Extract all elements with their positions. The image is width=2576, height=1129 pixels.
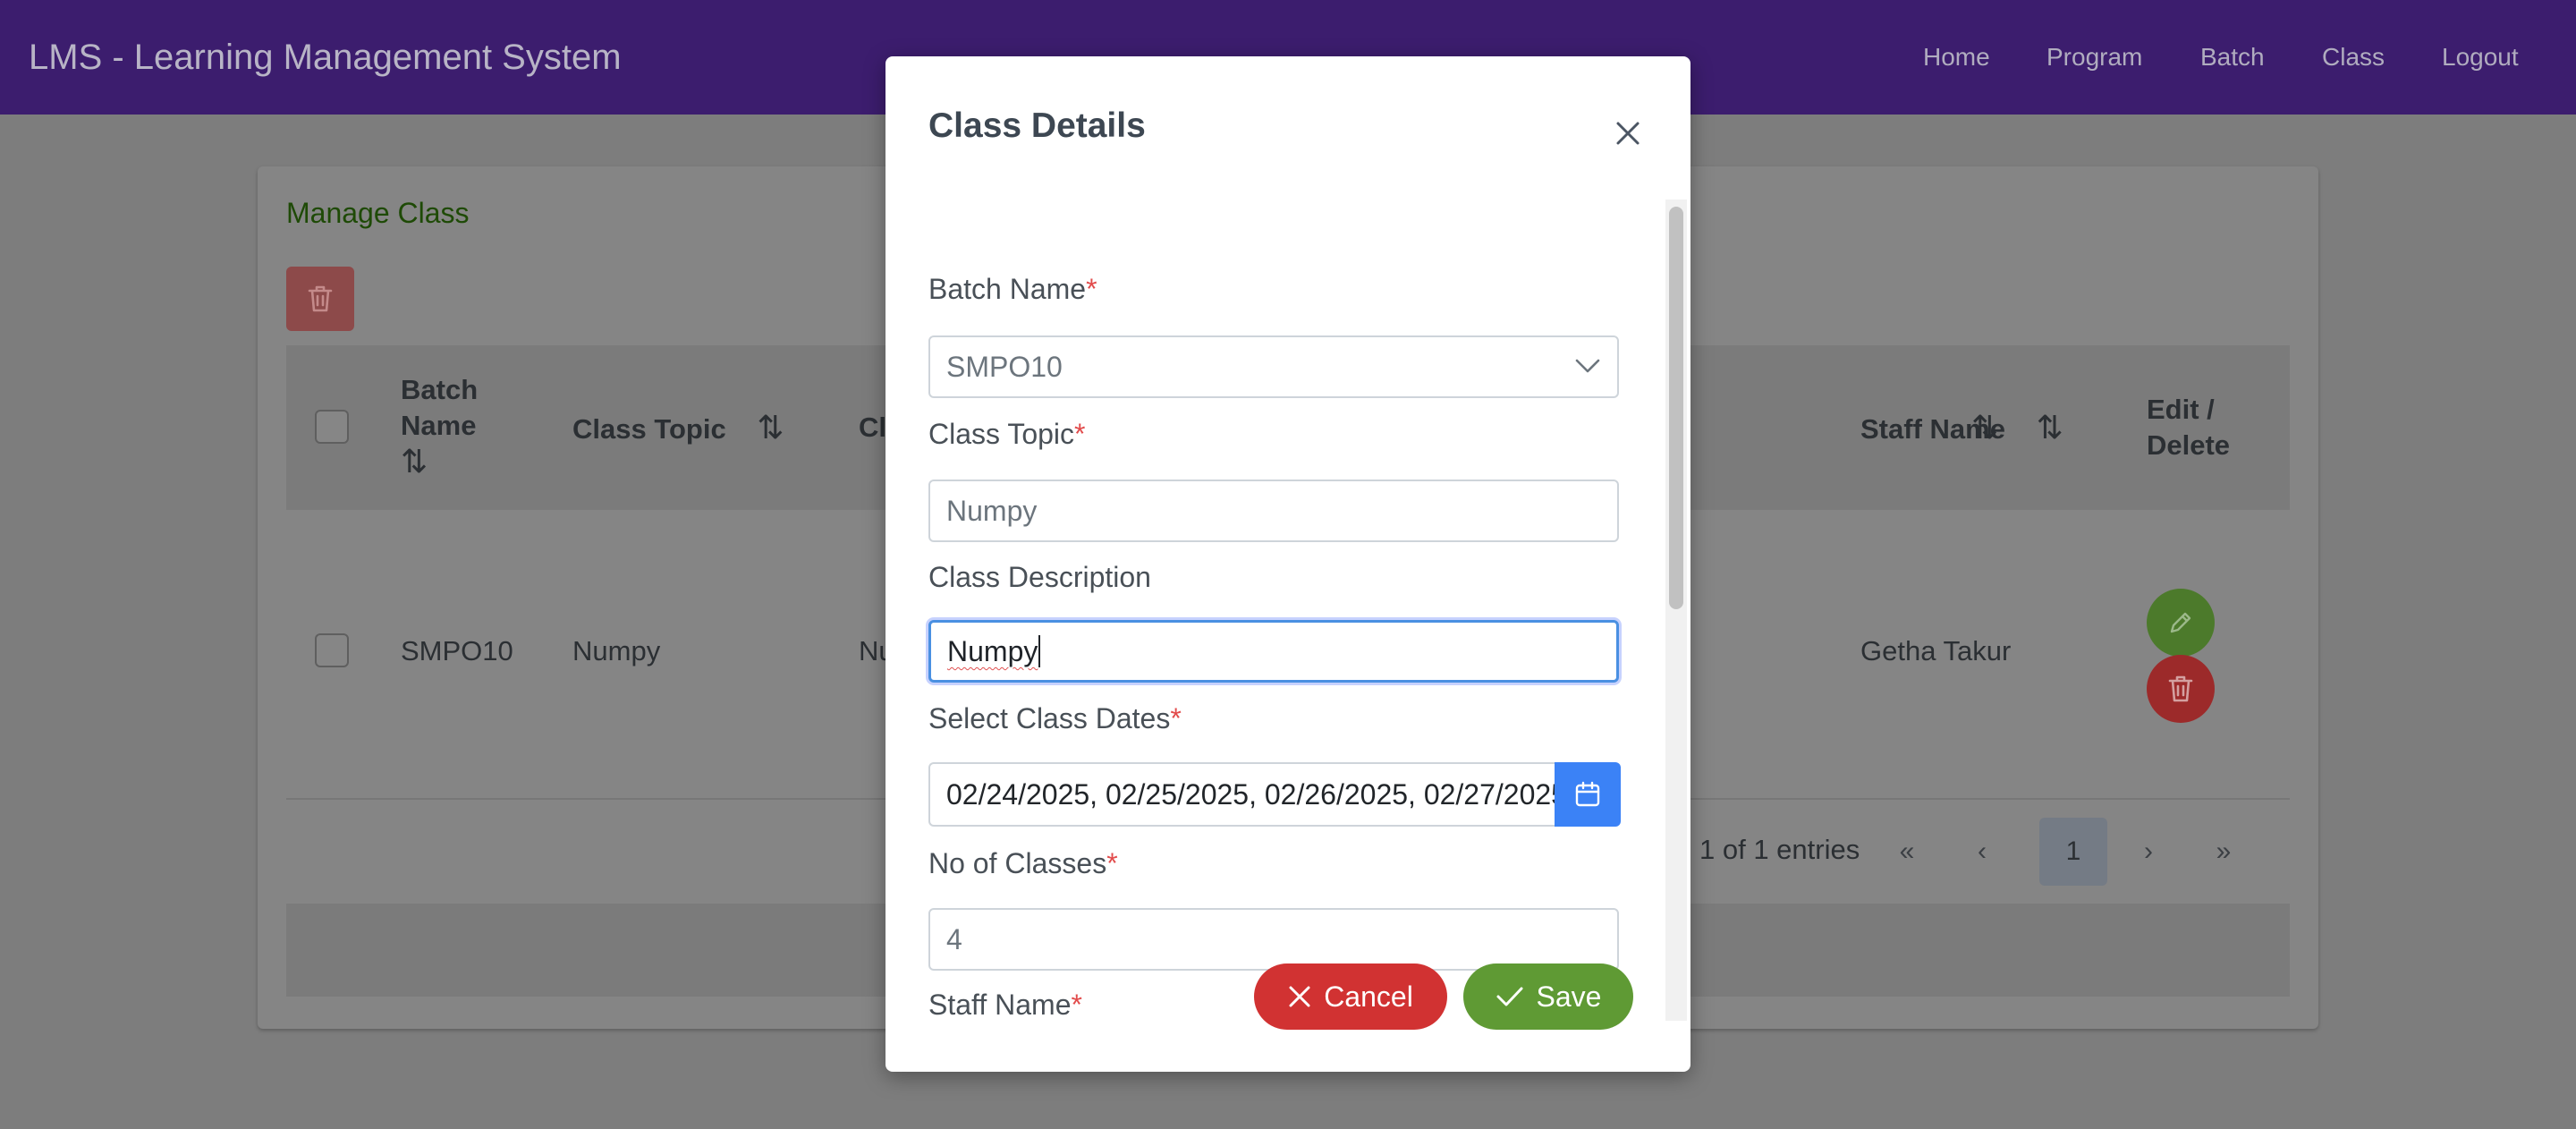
no-of-classes-label: No of Classes* xyxy=(928,847,1118,880)
edit-button[interactable] xyxy=(2147,589,2215,657)
staff-name-label-text: Staff Name xyxy=(928,989,1072,1021)
save-button-label: Save xyxy=(1536,980,1602,1013)
app-title: LMS - Learning Management System xyxy=(29,38,622,77)
nav-logout-link[interactable]: Logout xyxy=(2442,43,2519,72)
class-topic-input[interactable]: Numpy xyxy=(928,480,1619,542)
scrollbar-thumb[interactable] xyxy=(1669,207,1683,609)
required-mark: * xyxy=(1086,273,1097,305)
cell-batch-name: SMPO10 xyxy=(401,635,513,666)
delete-button[interactable] xyxy=(2147,655,2215,723)
dialog-scrollbar[interactable] xyxy=(1665,199,1687,1021)
pagination-entries: 1 of 1 entries xyxy=(1699,834,1860,865)
batch-name-dropdown[interactable]: SMPO10 xyxy=(928,335,1619,398)
nav-home-link[interactable]: Home xyxy=(1923,43,1990,72)
required-mark: * xyxy=(1074,418,1086,450)
no-of-classes-input[interactable]: 4 xyxy=(928,908,1619,971)
prev-page-button[interactable]: ‹ xyxy=(1948,818,2016,886)
check-icon xyxy=(1496,987,1523,1006)
close-button[interactable] xyxy=(1601,106,1655,160)
batch-name-label: Batch Name* xyxy=(928,273,1097,306)
class-topic-label-text: Class Topic xyxy=(928,418,1075,450)
cancel-button[interactable]: Cancel xyxy=(1254,963,1447,1030)
first-page-button[interactable]: « xyxy=(1873,818,1941,886)
dialog-body: Batch Name* SMPO10 Class Topic* Numpy Cl… xyxy=(886,199,1669,1021)
cell-staff-name: Getha Takur xyxy=(1860,635,2012,666)
batch-name-value: SMPO10 xyxy=(946,351,1063,383)
col-class-topic[interactable]: Class Topic ⇅ xyxy=(572,410,784,447)
sort-icon[interactable]: ⇅ xyxy=(2037,409,2063,446)
calendar-button[interactable] xyxy=(1555,762,1621,827)
calendar-icon xyxy=(1575,781,1600,807)
page-1-button[interactable]: 1 xyxy=(2039,818,2107,886)
bulk-delete-button[interactable] xyxy=(286,267,354,331)
trash-icon xyxy=(308,285,333,312)
col-staff-name[interactable]: Staff Name ⇅ xyxy=(1860,410,2063,447)
close-icon xyxy=(1616,122,1640,145)
required-mark: * xyxy=(1170,702,1182,734)
class-topic-label: Class Topic* xyxy=(928,418,1085,451)
text-cursor: ​ xyxy=(1038,635,1041,667)
required-mark: * xyxy=(1106,847,1118,879)
cancel-button-label: Cancel xyxy=(1324,980,1413,1013)
trash-icon xyxy=(2168,675,2193,702)
staff-name-label: Staff Name* xyxy=(928,989,1082,1021)
col-batch-name[interactable]: Batch Name ⇅ xyxy=(401,372,508,481)
nav-class-link[interactable]: Class xyxy=(2322,43,2385,72)
close-icon xyxy=(1289,986,1310,1007)
nav-program-link[interactable]: Program xyxy=(2046,43,2142,72)
nav-batch-link[interactable]: Batch xyxy=(2200,43,2265,72)
card-title: Manage Class xyxy=(286,197,470,229)
required-mark: * xyxy=(1071,989,1082,1021)
sort-icon[interactable]: ⇅ xyxy=(757,409,784,446)
cell-class-topic: Numpy xyxy=(572,635,661,666)
select-all-checkbox[interactable] xyxy=(315,410,349,444)
next-page-button[interactable]: › xyxy=(2114,818,2182,886)
no-of-classes-label-text: No of Classes xyxy=(928,847,1107,879)
class-details-dialog: Class Details Batch Name* SMPO10 Class T… xyxy=(886,56,1690,1072)
save-button[interactable]: Save xyxy=(1463,963,1633,1030)
class-dates-label: Select Class Dates* xyxy=(928,702,1182,735)
batch-name-label-text: Batch Name xyxy=(928,273,1087,305)
class-description-label: Class Description xyxy=(928,561,1151,593)
class-dates-input[interactable]: 02/24/2025, 02/25/2025, 02/26/2025, 02/2… xyxy=(928,762,1555,827)
sort-icon[interactable]: ⇅ xyxy=(401,443,428,480)
col-class-description[interactable]: Cl xyxy=(859,410,886,446)
chevron-down-icon xyxy=(1575,359,1600,373)
pencil-icon xyxy=(2170,612,2191,633)
dialog-title: Class Details xyxy=(928,106,1146,145)
last-page-button[interactable]: » xyxy=(2190,818,2258,886)
col-edit-delete: Edit / Delete xyxy=(2147,394,2231,461)
col-batch-name-label: Batch Name xyxy=(401,374,479,441)
col-staff-name-label: Staff Name xyxy=(1860,413,2005,445)
class-dates-label-text: Select Class Dates xyxy=(928,702,1171,734)
class-description-value: Numpy xyxy=(947,635,1038,667)
class-description-input[interactable]: Numpy​ xyxy=(928,620,1619,683)
row-checkbox[interactable] xyxy=(315,633,349,667)
col-class-topic-label: Class Topic xyxy=(572,413,726,445)
